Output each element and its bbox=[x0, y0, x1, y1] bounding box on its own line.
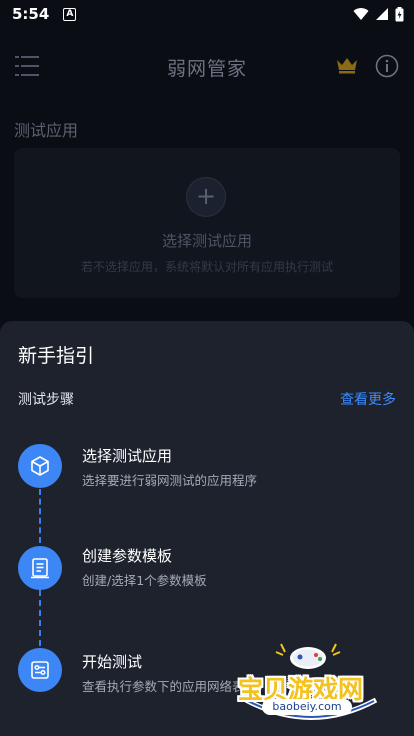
cube-icon bbox=[31, 456, 49, 476]
timeline-connector bbox=[39, 590, 41, 646]
status-icons bbox=[353, 6, 404, 22]
step-2-title: 创建参数模板 bbox=[82, 547, 173, 565]
add-app-button[interactable]: + bbox=[186, 177, 226, 217]
signal-icon bbox=[376, 8, 388, 20]
status-time: 5:54 bbox=[12, 5, 50, 23]
step-2-desc: 创建/选择1个参数模板 bbox=[82, 573, 207, 588]
step-1-title: 选择测试应用 bbox=[82, 447, 173, 465]
steps-label: 测试步骤 bbox=[18, 392, 74, 408]
crown-icon[interactable] bbox=[336, 56, 358, 74]
watermark-url: baobeiy.com bbox=[262, 699, 352, 715]
settings-sliders-icon bbox=[31, 661, 49, 679]
status-bar: 5:54 A bbox=[0, 0, 414, 28]
step-3-title: 开始测试 bbox=[82, 653, 143, 671]
main-page: 弱网管家 测试应用 + 选择测试应用 若不选择应用，系统将默认对所有应用执行测试 bbox=[0, 28, 414, 328]
select-app-card[interactable]: + 选择测试应用 若不选择应用，系统将默认对所有应用执行测试 bbox=[14, 148, 400, 298]
battery-icon bbox=[395, 6, 404, 21]
step-1-desc: 选择要进行弱网测试的应用程序 bbox=[82, 473, 258, 488]
info-icon[interactable] bbox=[375, 54, 399, 78]
sheet-title: 新手指引 bbox=[18, 345, 95, 367]
step-3-icon-circle bbox=[18, 648, 62, 692]
select-app-title: 选择测试应用 bbox=[161, 232, 252, 250]
section-title: 测试应用 bbox=[14, 121, 79, 140]
select-app-hint: 若不选择应用，系统将默认对所有应用执行测试 bbox=[80, 260, 333, 274]
see-more-link[interactable]: 查看更多 bbox=[340, 389, 396, 409]
notification-icon: A bbox=[63, 7, 77, 21]
step-3-desc: 查看执行参数下的应用网络表现 bbox=[82, 679, 258, 694]
document-icon bbox=[31, 558, 49, 579]
app-bar: 弱网管家 bbox=[0, 28, 414, 106]
step-2-icon-circle bbox=[18, 546, 62, 590]
timeline-connector bbox=[39, 489, 41, 543]
step-1-icon-circle bbox=[18, 444, 62, 488]
wifi-icon bbox=[353, 8, 369, 20]
